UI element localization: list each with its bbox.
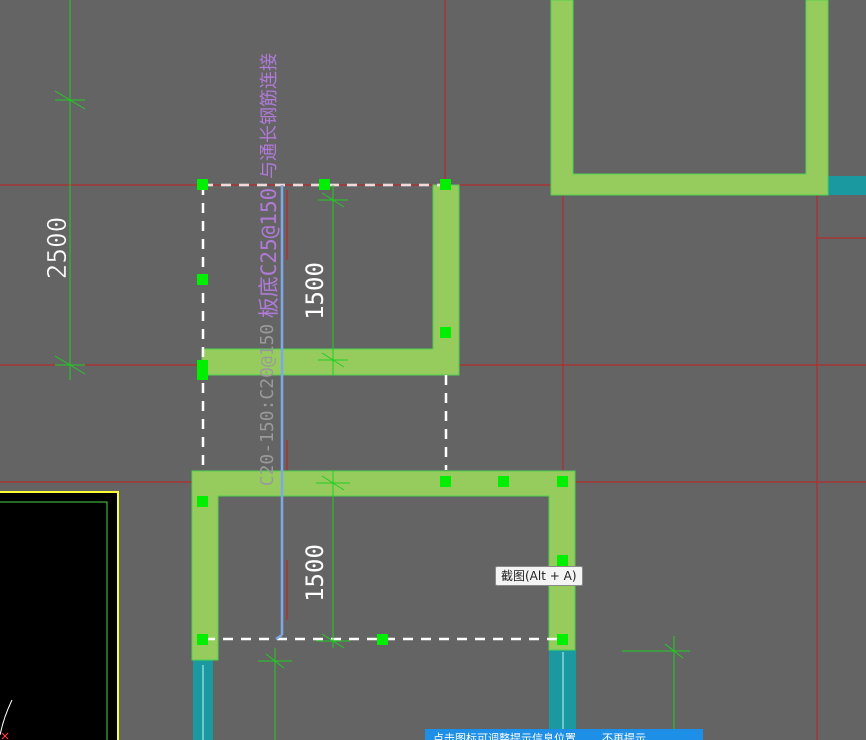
annotation-rebar-note: 与通长钢筋连接 (259, 53, 280, 179)
black-room-outer (0, 491, 119, 740)
grip-handle[interactable] (197, 179, 208, 190)
hint-dismiss-link[interactable]: 不再提示 (602, 732, 646, 740)
screenshot-tooltip: 截图(Alt + A) (495, 566, 583, 586)
grip-handle[interactable] (557, 555, 568, 566)
grip-handle[interactable] (557, 476, 568, 487)
wall-top-right-frame[interactable] (550, 0, 829, 196)
annotation-wall-rebar-spec: C20-150:C20@150 (257, 324, 278, 487)
cyan-wall-right (828, 176, 866, 195)
grip-handle[interactable] (197, 496, 208, 507)
grip-handle[interactable] (197, 274, 208, 285)
wall-upper-L[interactable] (201, 184, 460, 376)
grip-handle[interactable] (377, 634, 388, 645)
dimension-1500-upper: 1500 (301, 262, 329, 320)
grip-handle[interactable] (197, 634, 208, 645)
grip-handle[interactable] (440, 179, 451, 190)
grip-handle[interactable] (197, 360, 208, 380)
grip-handle[interactable] (498, 476, 509, 487)
dimension-1500-lower: 1500 (301, 544, 329, 602)
black-room (0, 491, 119, 740)
grip-handle[interactable] (557, 634, 568, 645)
annotation-slab-rebar-spec: 板底C25@150 (257, 188, 281, 319)
grip-handle[interactable] (440, 327, 451, 338)
cyan-walls (193, 176, 866, 740)
wall-centerlines (202, 652, 564, 740)
hint-message: 点击图标可调整提示信息位置 (433, 732, 576, 740)
dimension-2500: 2500 (43, 217, 73, 280)
grip-handle[interactable] (319, 179, 330, 190)
cad-drawing-canvas[interactable]: 2500 1500 1500 与通长钢筋连接 板底C25@150 C20-150… (0, 0, 866, 740)
hint-bar[interactable]: 点击图标可调整提示信息位置 不再提示 (425, 729, 703, 740)
grip-handle[interactable] (440, 476, 451, 487)
